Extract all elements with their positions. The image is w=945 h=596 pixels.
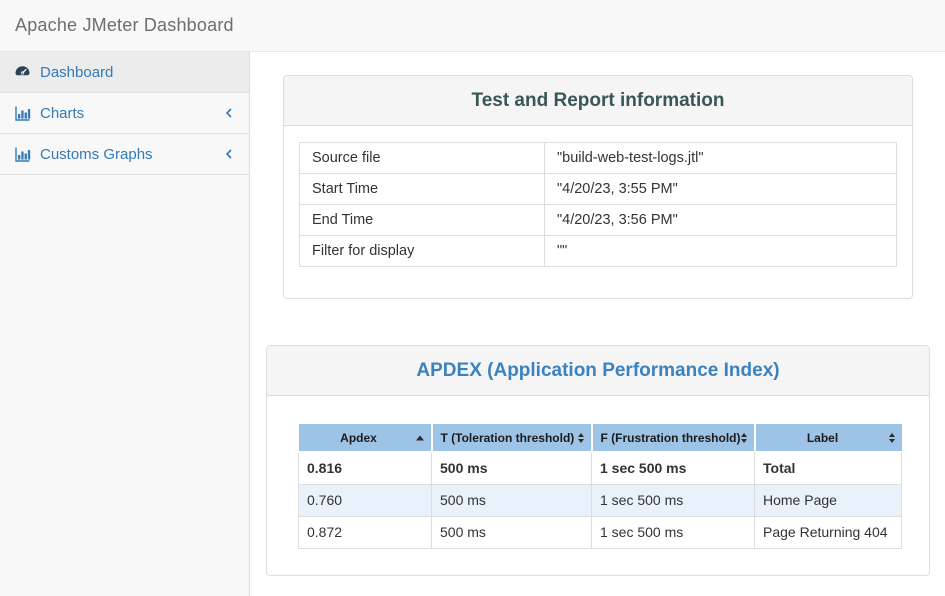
column-header-label[interactable]: Label: [755, 424, 902, 452]
bar-chart-icon: [14, 146, 31, 163]
info-value: "4/20/23, 3:55 PM": [545, 174, 897, 205]
info-label: End Time: [300, 205, 545, 236]
info-value: "4/20/23, 3:56 PM": [545, 205, 897, 236]
label-value: Home Page: [755, 484, 902, 516]
info-label: Source file: [300, 143, 545, 174]
sidebar-item-charts[interactable]: Charts: [0, 93, 249, 134]
panel-heading: Test and Report information: [284, 76, 912, 126]
app-title: Apache JMeter Dashboard: [15, 15, 234, 36]
label-value: Page Returning 404: [755, 516, 902, 548]
label-value: Total: [755, 452, 902, 484]
sidebar-item-dashboard[interactable]: Dashboard: [0, 52, 249, 93]
sidebar-item-label: Customs Graphs: [40, 146, 224, 163]
table-row: 0.872 500 ms 1 sec 500 ms Page Returning…: [299, 516, 902, 548]
table-row: Start Time "4/20/23, 3:55 PM": [300, 174, 897, 205]
bar-chart-icon: [14, 105, 31, 122]
main-content: Test and Report information Source file …: [251, 52, 945, 596]
sort-both-icon: [889, 433, 895, 443]
sort-both-icon: [741, 433, 747, 443]
dashboard-icon: [14, 64, 31, 81]
test-report-info-panel: Test and Report information Source file …: [283, 75, 913, 299]
apdex-table: Apdex T (Toleration threshold) F (Frustr…: [298, 424, 902, 549]
sidebar-item-customs-graphs[interactable]: Customs Graphs: [0, 134, 249, 175]
panel-heading: APDEX (Application Performance Index): [267, 346, 929, 396]
top-navbar: Apache JMeter Dashboard: [0, 0, 945, 52]
toleration-value: 500 ms: [432, 484, 592, 516]
sidebar-item-label: Dashboard: [40, 64, 234, 81]
column-header-frustration[interactable]: F (Frustration threshold): [592, 424, 755, 452]
table-header-row: Apdex T (Toleration threshold) F (Frustr…: [299, 424, 902, 452]
test-report-info-table: Source file "build-web-test-logs.jtl" St…: [299, 142, 897, 267]
toleration-value: 500 ms: [432, 452, 592, 484]
info-label: Filter for display: [300, 236, 545, 267]
frustration-value: 1 sec 500 ms: [592, 452, 755, 484]
sidebar: Dashboard Charts: [0, 52, 250, 596]
sort-asc-icon: [416, 435, 424, 440]
table-row: End Time "4/20/23, 3:56 PM": [300, 205, 897, 236]
toleration-value: 500 ms: [432, 516, 592, 548]
apdex-value: 0.816: [299, 452, 432, 484]
table-row: Filter for display "": [300, 236, 897, 267]
column-header-apdex[interactable]: Apdex: [299, 424, 432, 452]
info-value: "build-web-test-logs.jtl": [545, 143, 897, 174]
chevron-left-icon[interactable]: [224, 107, 234, 119]
frustration-value: 1 sec 500 ms: [592, 516, 755, 548]
apdex-value: 0.760: [299, 484, 432, 516]
sidebar-item-label: Charts: [40, 105, 224, 122]
panel-title: APDEX (Application Performance Index): [416, 360, 779, 382]
frustration-value: 1 sec 500 ms: [592, 484, 755, 516]
panel-title: Test and Report information: [472, 90, 725, 112]
chevron-left-icon[interactable]: [224, 148, 234, 160]
sort-both-icon: [578, 433, 584, 443]
info-label: Start Time: [300, 174, 545, 205]
column-header-toleration[interactable]: T (Toleration threshold): [432, 424, 592, 452]
apdex-panel: APDEX (Application Performance Index) Ap…: [266, 345, 930, 576]
info-value: "": [545, 236, 897, 267]
table-row: 0.816 500 ms 1 sec 500 ms Total: [299, 452, 902, 484]
table-row: 0.760 500 ms 1 sec 500 ms Home Page: [299, 484, 902, 516]
apdex-value: 0.872: [299, 516, 432, 548]
table-row: Source file "build-web-test-logs.jtl": [300, 143, 897, 174]
